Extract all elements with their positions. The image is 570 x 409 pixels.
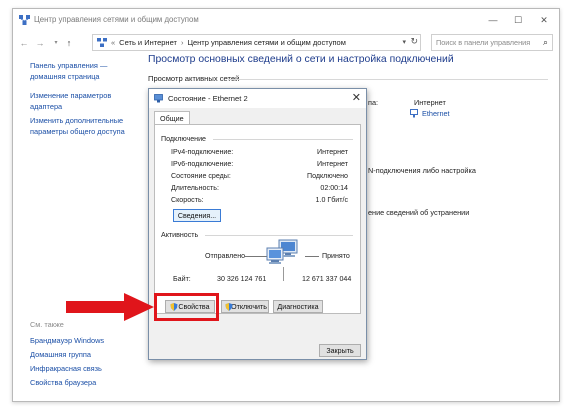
media-state-value: Подключено [306, 172, 348, 180]
ethernet-icon [410, 109, 418, 118]
properties-highlight-frame [154, 293, 219, 321]
search-placeholder: Поиск в панели управления [436, 38, 531, 47]
window-title: Центр управления сетями и общим доступом [34, 15, 199, 24]
bytes-divider [283, 267, 284, 281]
address-dropdown-icon[interactable]: ▾ [402, 38, 406, 46]
speed-value: 1.0 Гбит/с [315, 196, 348, 204]
ipv6-value: Интернет [317, 160, 348, 168]
bytes-label: Байт: [173, 275, 191, 283]
search-input[interactable]: Поиск в панели управления ⌕ [431, 34, 553, 51]
breadcrumb-separator: « [111, 38, 116, 47]
duration-value: 02:00:14 [320, 184, 348, 192]
disable-button[interactable]: Отключить [221, 300, 269, 313]
received-line [305, 256, 319, 257]
see-also-firewall[interactable]: Брандмауэр Windows [30, 334, 150, 348]
see-also-infrared[interactable]: Инфракрасная связь [30, 362, 150, 376]
network-computers-icon [266, 239, 298, 264]
change-settings-text: N-подключения либо настройка [368, 166, 476, 175]
sidebar-item-adapter[interactable]: Изменение параметров [30, 90, 150, 101]
duration-label: Длительность: [171, 184, 219, 192]
general-tab-panel: Подключение IPv4-подключение: Интернет I… [154, 124, 361, 314]
network-center-icon [19, 15, 30, 25]
search-icon[interactable]: ⌕ [543, 37, 548, 48]
sent-label: Отправлено [205, 252, 246, 260]
activity-group-label: Активность [161, 231, 199, 239]
see-also-browser-properties[interactable]: Свойства браузера [30, 376, 150, 390]
ipv4-label: IPv4-подключение: [171, 148, 234, 156]
screenshot: Центр управления сетями и общим доступом… [0, 0, 570, 409]
details-button[interactable]: Сведения... [173, 209, 221, 222]
sent-line [245, 256, 267, 257]
title-bar: Центр управления сетями и общим доступом… [13, 9, 559, 31]
sidebar-item-home-cont[interactable]: домашняя страница [30, 71, 150, 82]
red-arrow-annotation [66, 293, 154, 321]
heading-divider [228, 79, 548, 80]
bytes-received-value: 12 671 337 044 [302, 275, 352, 283]
activity-group-divider [205, 235, 353, 236]
ipv4-value: Интернет [317, 148, 348, 156]
diagnose-button[interactable]: Диагностика [273, 300, 323, 313]
close-button[interactable]: Закрыть [319, 344, 361, 357]
sidebar-item-home[interactable]: Панель управления — [30, 60, 150, 71]
sidebar-item-sharing[interactable]: Изменить дополнительные [30, 115, 150, 126]
back-arrow-icon[interactable]: ← [18, 36, 30, 49]
dialog-title: Состояние - Ethernet 2 [168, 94, 248, 103]
tab-general[interactable]: Общие [154, 111, 190, 125]
minimize-button[interactable]: — [480, 12, 506, 28]
connection-group-label: Подключение [161, 135, 206, 143]
network-adapter-icon [154, 94, 163, 103]
breadcrumb-network-internet[interactable]: Сеть и Интернет [119, 38, 177, 47]
refresh-icon[interactable]: ↻ [410, 36, 418, 47]
address-bar[interactable]: « Сеть и Интернет › Центр управления сет… [92, 34, 421, 51]
disable-button-label: Отключить [231, 302, 267, 311]
maximize-button[interactable]: ☐ [505, 12, 531, 28]
recent-dropdown-icon[interactable]: ▾ [50, 36, 62, 49]
see-also-homegroup[interactable]: Домашняя группа [30, 348, 150, 362]
shield-icon [225, 303, 233, 311]
access-type-label: па: [368, 98, 379, 107]
see-also: См. также Брандмауэр Windows Домашняя гр… [30, 320, 150, 390]
up-arrow-icon[interactable]: ↑ [63, 36, 75, 49]
media-state-label: Состояние среды: [171, 172, 231, 180]
see-also-heading: См. также [30, 320, 64, 329]
dialog-close-icon[interactable]: ✕ [352, 91, 361, 104]
close-window-button[interactable]: ✕ [531, 12, 557, 28]
sidebar: Панель управления — домашняя страница Из… [30, 60, 150, 137]
ipv6-label: IPv6-подключение: [171, 160, 234, 168]
connections-label [368, 109, 370, 118]
network-crumb-icon [97, 38, 107, 47]
received-label: Принято [322, 252, 350, 260]
page-title: Просмотр основных сведений о сети и наст… [148, 54, 454, 65]
troubleshoot-text: ение сведений об устранении [368, 208, 470, 217]
breadcrumb-network-center[interactable]: Центр управления сетями и общим доступом [187, 38, 345, 47]
navigation-bar: ← → ▾ ↑ « Сеть и Интернет › Центр управл… [13, 34, 559, 52]
bytes-sent-value: 30 326 124 761 [217, 275, 267, 283]
speed-label: Скорость: [171, 196, 204, 204]
connection-group-divider [213, 139, 353, 140]
ethernet-connection-link[interactable]: Ethernet [422, 109, 450, 118]
dialog-title-bar: Состояние - Ethernet 2 ✕ [149, 89, 366, 108]
access-type-value: Интернет [414, 98, 446, 107]
active-networks-heading: Просмотр активных сетей [148, 74, 240, 83]
forward-arrow-icon[interactable]: → [34, 36, 46, 49]
sidebar-item-adapter-cont[interactable]: адаптера [30, 101, 150, 112]
breadcrumb-chevron: › [180, 38, 184, 47]
sidebar-item-sharing-cont[interactable]: параметры общего доступа [30, 126, 150, 137]
